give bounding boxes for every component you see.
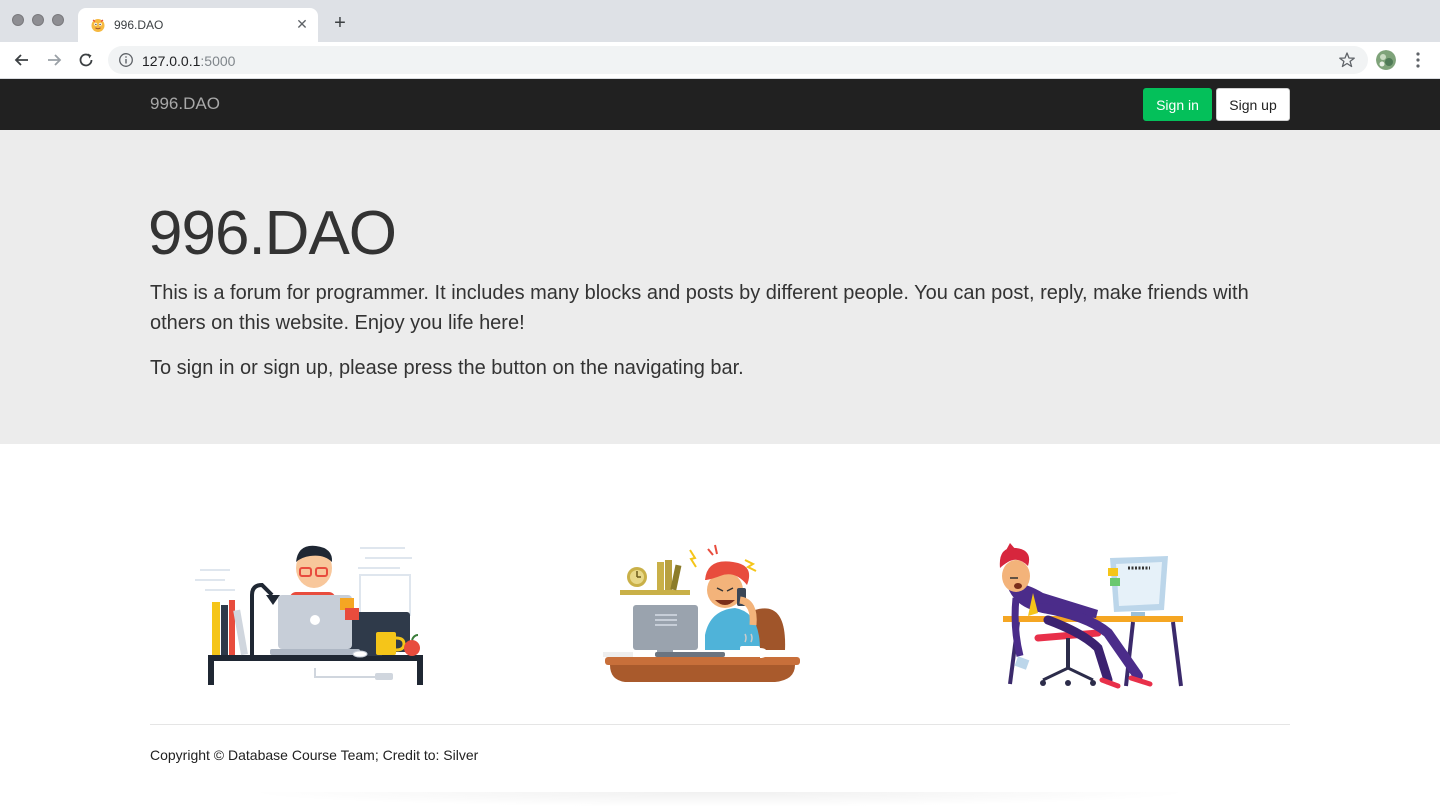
jumbotron: 996.DAO This is a forum for programmer. … xyxy=(0,130,1440,444)
new-tab-plus-icon[interactable]: + xyxy=(330,13,350,33)
window-close-control[interactable] xyxy=(12,14,24,26)
stressed-programmer-on-phone-illustration xyxy=(603,544,800,682)
signin-instruction-text: To sign in or sign up, please press the … xyxy=(150,357,744,379)
browser-tab-bar: 996.DAO ✕ + xyxy=(0,0,1440,42)
browser-menu-icon[interactable] xyxy=(1412,50,1424,70)
bottom-shadow xyxy=(240,792,1200,807)
sign-up-button[interactable]: Sign up xyxy=(1216,88,1290,121)
reload-icon[interactable] xyxy=(76,50,96,70)
url-host: 127.0.0.1 xyxy=(142,53,201,69)
browser-tab[interactable]: 996.DAO ✕ xyxy=(78,8,318,42)
site-info-icon[interactable] xyxy=(118,52,134,68)
programmer-at-laptop-illustration xyxy=(195,545,423,685)
url-text: 127.0.0.1:5000 xyxy=(142,53,235,69)
back-arrow-icon[interactable] xyxy=(12,50,32,70)
profile-avatar-icon[interactable] xyxy=(1376,50,1396,70)
page-title: 996.DAO xyxy=(148,199,397,268)
sign-in-button[interactable]: Sign in xyxy=(1143,88,1212,121)
tab-title: 996.DAO xyxy=(114,18,164,32)
site-navbar: 996.DAO Sign in Sign up xyxy=(0,79,1440,130)
footer-divider xyxy=(150,724,1290,725)
tab-close-icon[interactable]: ✕ xyxy=(294,16,310,32)
address-bar[interactable]: 127.0.0.1:5000 xyxy=(108,46,1368,74)
intro-text: This is a forum for programmer. It inclu… xyxy=(150,282,1249,334)
footer-copyright: Copyright © Database Course Team; Credit… xyxy=(150,747,479,763)
window-zoom-control[interactable] xyxy=(52,14,64,26)
tired-programmer-sleeping-illustration xyxy=(999,543,1183,689)
emoji-face-icon xyxy=(91,19,105,32)
window-minimize-control[interactable] xyxy=(32,14,44,26)
bookmark-star-icon[interactable] xyxy=(1338,51,1356,69)
url-port: :5000 xyxy=(200,53,236,69)
forward-arrow-icon[interactable] xyxy=(44,50,64,70)
browser-toolbar: 127.0.0.1:5000 xyxy=(0,42,1440,79)
navbar-brand[interactable]: 996.DAO xyxy=(150,94,220,114)
